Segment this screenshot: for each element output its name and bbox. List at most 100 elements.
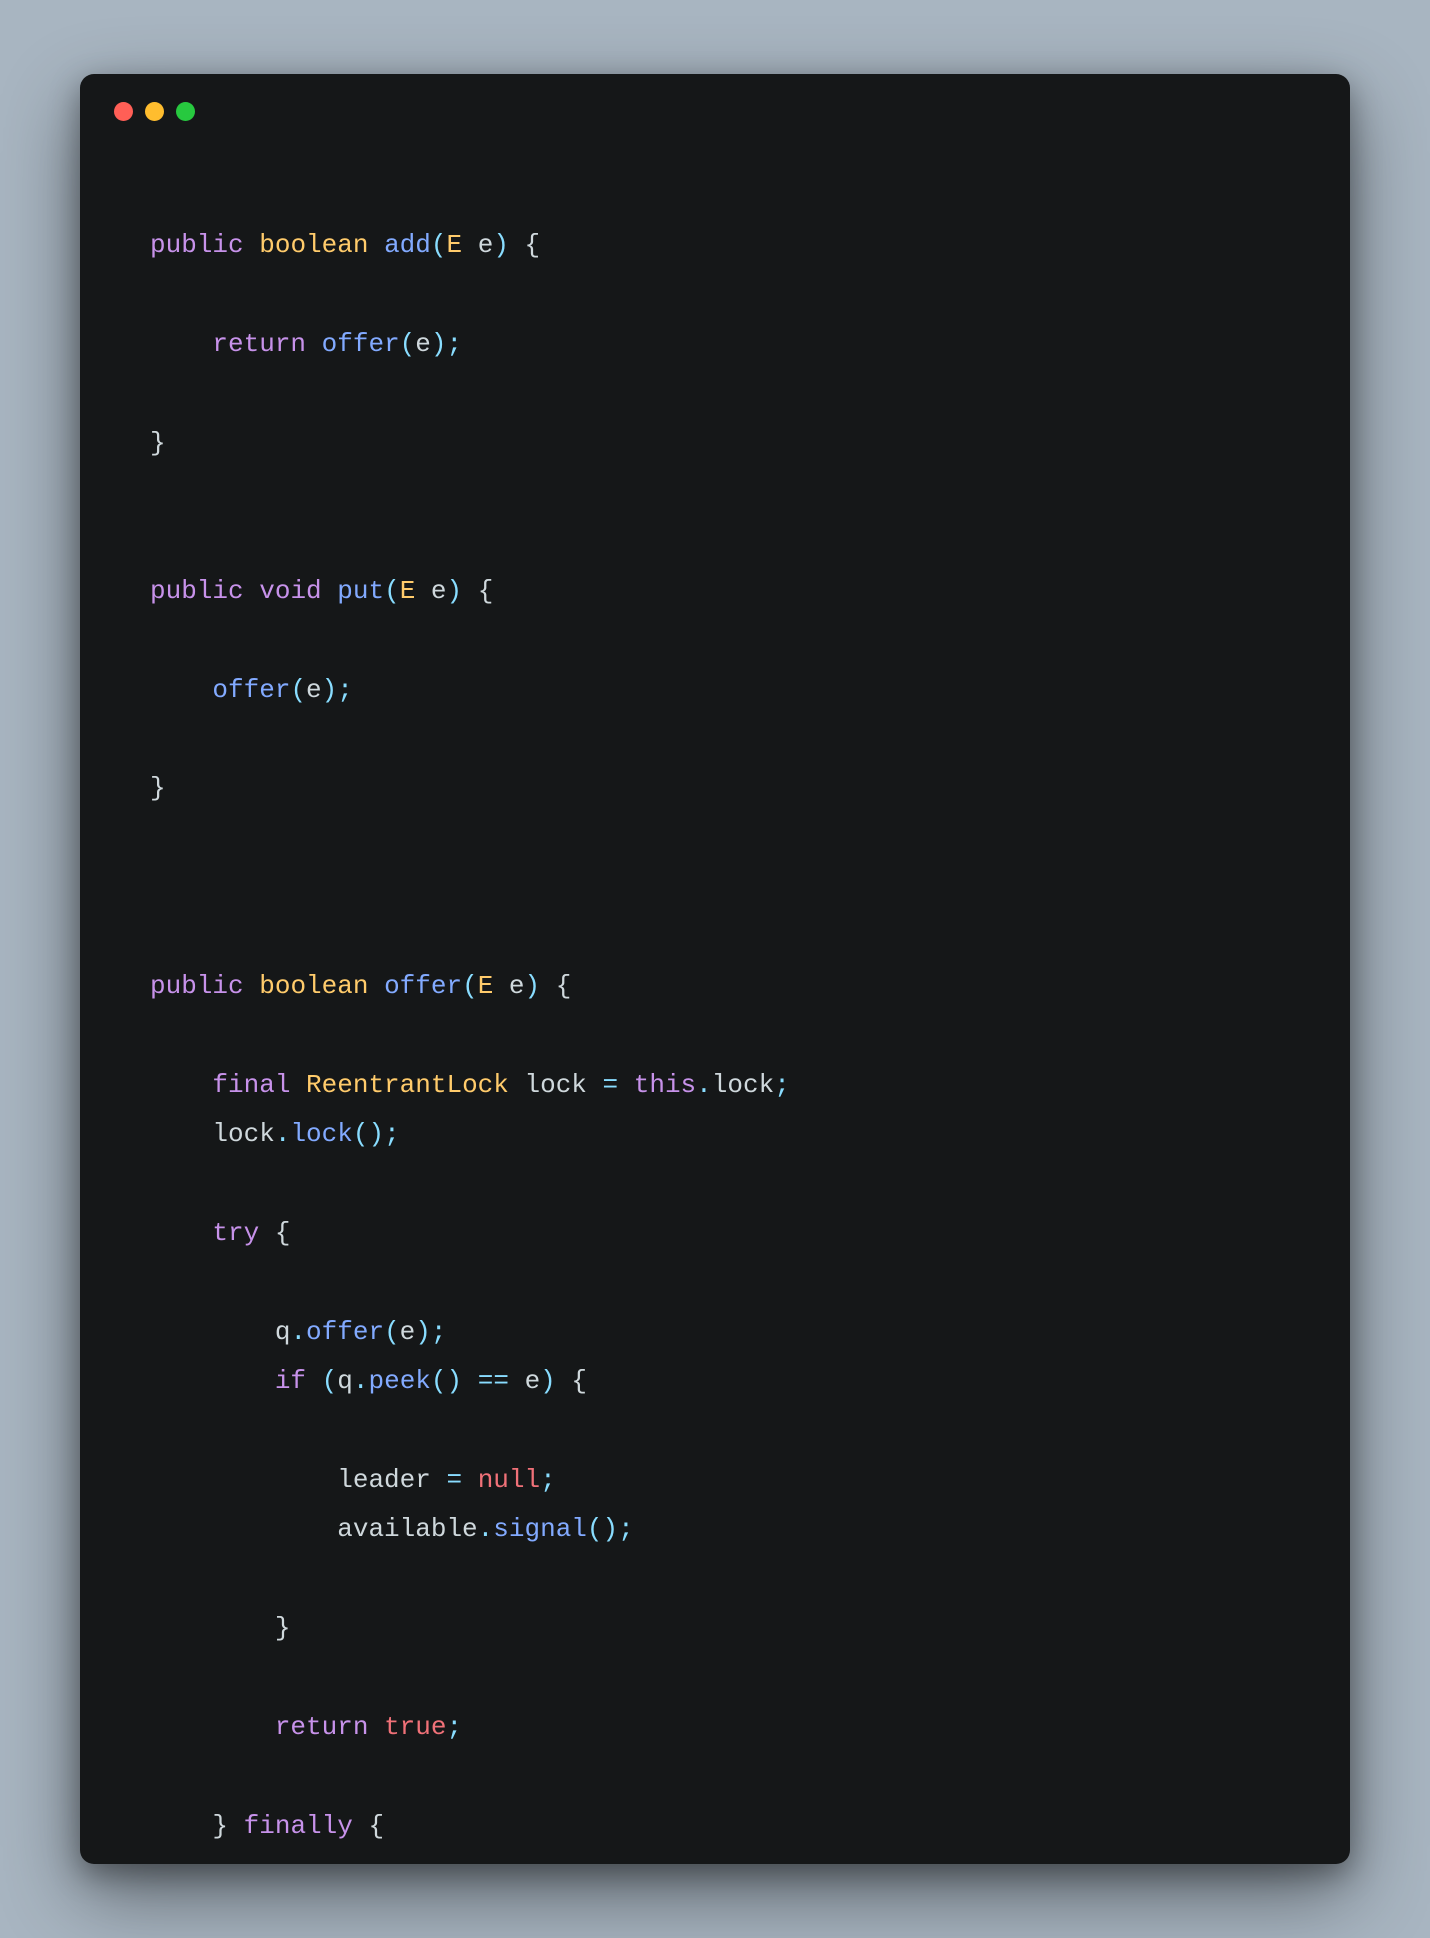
- code-line: [150, 1752, 1280, 1801]
- token-punc: ;: [384, 1119, 400, 1149]
- token-punc: ): [447, 576, 463, 606]
- token-type: E: [446, 230, 462, 260]
- token-func: peek: [368, 1366, 430, 1396]
- token-ident: e: [525, 1366, 541, 1396]
- token-ident: e: [509, 971, 525, 1001]
- whitespace: [228, 1811, 244, 1841]
- code-line: available.signal();: [150, 1505, 1280, 1554]
- code-line: final ReentrantLock lock = this.lock;: [150, 1061, 1280, 1110]
- token-ident: leader: [337, 1465, 431, 1495]
- token-brace: }: [150, 428, 166, 458]
- code-line: [150, 270, 1280, 319]
- token-punc: ): [493, 230, 509, 260]
- token-ident: lock: [712, 1070, 774, 1100]
- code-line: }: [150, 764, 1280, 813]
- whitespace: [150, 1712, 275, 1742]
- token-ident: available: [337, 1514, 477, 1544]
- token-brace: {: [368, 1811, 384, 1841]
- token-brace: }: [212, 1811, 228, 1841]
- code-line: public boolean offer(E e) {: [150, 962, 1280, 1011]
- token-ident: e: [306, 675, 322, 705]
- token-func: add: [384, 230, 431, 260]
- token-punc: (: [587, 1514, 603, 1544]
- editor-window: public boolean add(E e) { return offer(e…: [80, 74, 1350, 1864]
- whitespace: [368, 971, 384, 1001]
- whitespace: [462, 1465, 478, 1495]
- token-key: return: [275, 1712, 369, 1742]
- token-ident: lock: [212, 1119, 274, 1149]
- whitespace: [322, 576, 338, 606]
- code-line: offer(e);: [150, 666, 1280, 715]
- whitespace: [306, 1366, 322, 1396]
- token-ident: q: [337, 1366, 353, 1396]
- token-brace: {: [275, 1218, 291, 1248]
- whitespace: [431, 1465, 447, 1495]
- token-punc: (: [322, 1366, 338, 1396]
- token-key: public: [150, 971, 244, 1001]
- token-func: offer: [384, 971, 462, 1001]
- whitespace: [150, 1613, 275, 1643]
- whitespace: [462, 230, 478, 260]
- token-func: offer: [306, 1317, 384, 1347]
- whitespace: [150, 329, 212, 359]
- token-punc: ): [322, 675, 338, 705]
- whitespace: [306, 329, 322, 359]
- token-punc: =: [603, 1070, 619, 1100]
- code-line: [150, 814, 1280, 863]
- token-punc: (: [384, 576, 400, 606]
- token-brace: {: [556, 971, 572, 1001]
- whitespace: [150, 1070, 212, 1100]
- token-punc: (: [431, 1366, 447, 1396]
- code-line: }: [150, 419, 1280, 468]
- whitespace: [462, 576, 478, 606]
- whitespace: [540, 971, 556, 1001]
- token-punc: (: [353, 1119, 369, 1149]
- zoom-icon[interactable]: [176, 102, 195, 121]
- token-func: offer: [322, 329, 400, 359]
- whitespace: [368, 230, 384, 260]
- token-punc: ;: [774, 1070, 790, 1100]
- whitespace: [509, 1366, 525, 1396]
- token-key: void: [259, 576, 321, 606]
- token-punc: ): [603, 1514, 619, 1544]
- close-icon[interactable]: [114, 102, 133, 121]
- token-key: this: [634, 1070, 696, 1100]
- code-line: [150, 517, 1280, 566]
- token-punc: ==: [478, 1366, 509, 1396]
- code-line: [150, 1406, 1280, 1455]
- token-ident: e: [431, 576, 447, 606]
- whitespace: [462, 1366, 478, 1396]
- whitespace: [150, 1119, 212, 1149]
- whitespace: [259, 1218, 275, 1248]
- code-line: [150, 715, 1280, 764]
- token-lit: null: [478, 1465, 540, 1495]
- token-punc: ): [525, 971, 541, 1001]
- code-line: leader = null;: [150, 1456, 1280, 1505]
- whitespace: [415, 576, 431, 606]
- token-ident: e: [400, 1317, 416, 1347]
- code-line: q.offer(e);: [150, 1308, 1280, 1357]
- code-line: return true;: [150, 1703, 1280, 1752]
- whitespace: [509, 230, 525, 260]
- code-line: [150, 1159, 1280, 1208]
- code-line: [150, 1653, 1280, 1702]
- code-line: [150, 1258, 1280, 1307]
- token-punc: .: [353, 1366, 369, 1396]
- token-type: E: [478, 971, 494, 1001]
- token-punc: =: [446, 1465, 462, 1495]
- minimize-icon[interactable]: [145, 102, 164, 121]
- whitespace: [556, 1366, 572, 1396]
- whitespace: [150, 675, 212, 705]
- code-line: public void put(E e) {: [150, 567, 1280, 616]
- token-punc: ;: [447, 329, 463, 359]
- code-line: [150, 1555, 1280, 1604]
- code-line: [150, 616, 1280, 665]
- whitespace: [290, 1070, 306, 1100]
- token-punc: ): [415, 1317, 431, 1347]
- code-line: [150, 863, 1280, 912]
- token-punc: .: [696, 1070, 712, 1100]
- whitespace: [150, 1366, 275, 1396]
- whitespace: [509, 1070, 525, 1100]
- token-key: return: [212, 329, 306, 359]
- token-punc: ;: [446, 1712, 462, 1742]
